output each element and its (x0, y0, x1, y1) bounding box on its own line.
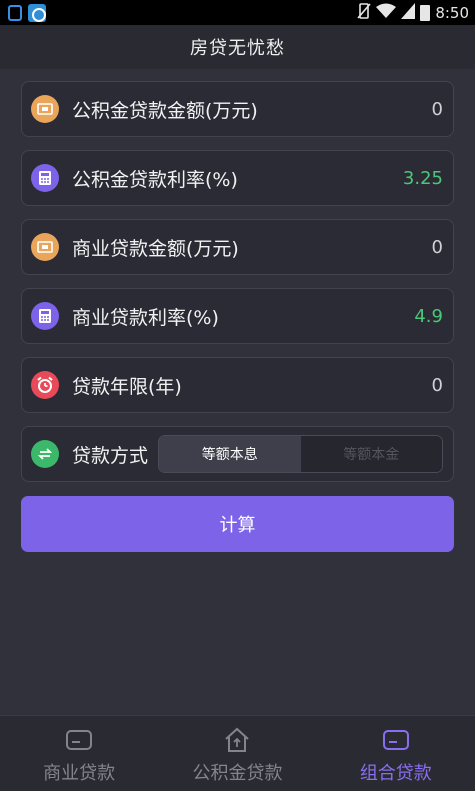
fund-amount-row[interactable]: 公积金贷款金额(万元) 0 (21, 81, 454, 137)
bottom-tab-bar: 商业贷款 公积金贷款 组合贷款 (0, 715, 475, 791)
lock-icon (8, 4, 22, 21)
tab-label: 商业贷款 (43, 763, 116, 784)
app-icon (28, 3, 46, 22)
status-bar-left (8, 3, 46, 22)
tab-commercial-loan[interactable]: 商业贷款 (0, 716, 158, 791)
card-icon (382, 727, 410, 753)
status-bar-right: 8:50 (357, 2, 469, 23)
commercial-amount-row[interactable]: 商业贷款金额(万元) 0 (21, 219, 454, 275)
status-bar: 8:50 (0, 0, 475, 25)
years-label: 贷款年限(年) (72, 375, 182, 398)
battery-icon (420, 4, 431, 21)
calculate-button[interactable]: 计算 (21, 496, 454, 552)
method-label: 贷款方式 (72, 444, 149, 467)
commercial-rate-row[interactable]: 商业贷款利率(%) 4.9 (21, 288, 454, 344)
exchange-icon (31, 440, 59, 468)
signal-icon (401, 2, 416, 23)
commercial-amount-input[interactable]: 0 (383, 237, 443, 258)
tab-provident-fund-loan[interactable]: 公积金贷款 (158, 716, 316, 791)
method-option-equal-principal[interactable]: 等额本金 (300, 436, 443, 472)
money-icon (31, 95, 59, 123)
method-segmented-control[interactable]: 等额本息 等额本金 (158, 435, 443, 473)
fund-rate-input[interactable]: 3.25 (383, 168, 443, 189)
method-row: 贷款方式 等额本息 等额本金 (21, 426, 454, 482)
title-bar: 房贷无忧愁 (0, 25, 475, 69)
fund-rate-label: 公积金贷款利率(%) (72, 168, 238, 191)
tab-label: 公积金贷款 (192, 763, 283, 784)
house-icon (223, 727, 251, 753)
tab-label: 组合贷款 (359, 763, 432, 784)
calculator-icon (31, 302, 59, 330)
tab-combined-loan[interactable]: 组合贷款 (317, 716, 475, 791)
money-icon (31, 233, 59, 261)
method-option-equal-installment[interactable]: 等额本息 (159, 436, 301, 472)
alarm-clock-icon (31, 371, 59, 399)
wifi-icon (376, 3, 397, 23)
commercial-amount-label: 商业贷款金额(万元) (72, 237, 239, 260)
fund-amount-label: 公积金贷款金额(万元) (72, 99, 258, 122)
loan-form: 公积金贷款金额(万元) 0 公积金贷款利率(%) 3.25 商业贷款金额(万元)… (21, 81, 454, 495)
years-row[interactable]: 贷款年限(年) 0 (21, 357, 454, 413)
years-input[interactable]: 0 (383, 375, 443, 396)
vibrate-icon (357, 3, 371, 22)
commercial-rate-input[interactable]: 4.9 (383, 306, 443, 327)
status-time: 8:50 (435, 3, 469, 22)
fund-rate-row[interactable]: 公积金贷款利率(%) 3.25 (21, 150, 454, 206)
commercial-rate-label: 商业贷款利率(%) (72, 306, 219, 329)
card-icon (65, 727, 93, 753)
fund-amount-input[interactable]: 0 (383, 99, 443, 120)
calculator-icon (31, 164, 59, 192)
page-title: 房贷无忧愁 (190, 37, 285, 59)
